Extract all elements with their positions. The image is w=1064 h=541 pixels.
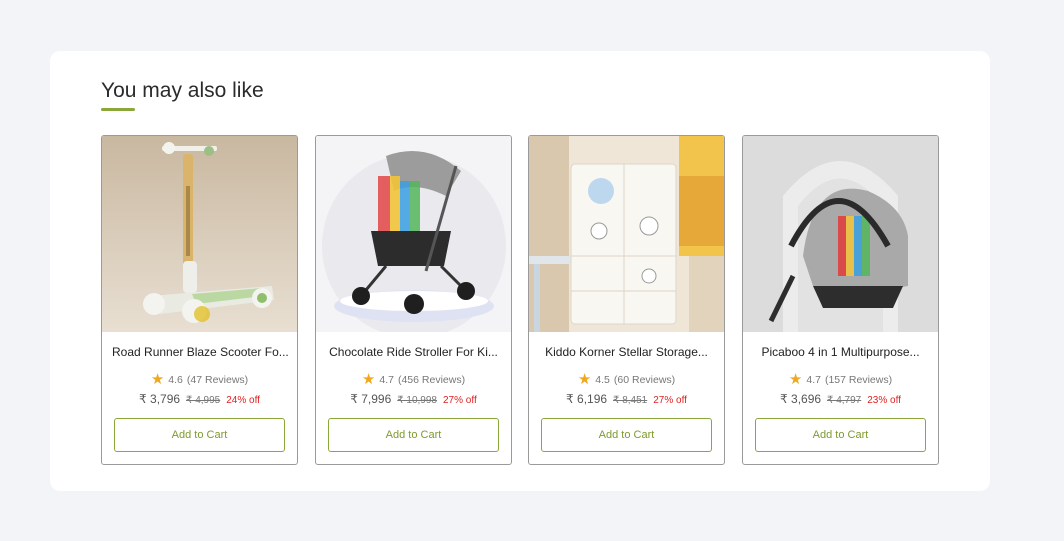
product-card[interactable]: Picaboo 4 in 1 Multipurpose... ★ 4.7 (15… bbox=[742, 135, 939, 465]
rating-value: 4.5 bbox=[595, 373, 610, 386]
recommendations-panel: You may also like Road Runner Blaze Scoo… bbox=[50, 51, 990, 491]
discount-label: 27% off bbox=[653, 395, 687, 406]
baby-stroller-image[interactable] bbox=[316, 136, 511, 332]
review-count: (456 Reviews) bbox=[397, 373, 466, 386]
add-to-cart-button[interactable]: Add to Cart bbox=[328, 418, 499, 452]
add-to-cart-button[interactable]: Add to Cart bbox=[755, 418, 926, 452]
rating-row: ★ 4.6 (47 Reviews) bbox=[102, 372, 297, 387]
storage-cabinet-image[interactable] bbox=[529, 136, 724, 332]
original-price: ₹ 4,797 bbox=[827, 395, 862, 406]
rating-value: 4.6 bbox=[168, 373, 183, 386]
rating-row: ★ 4.5 (60 Reviews) bbox=[529, 372, 724, 387]
discount-label: 27% off bbox=[443, 395, 477, 406]
price-row: ₹ 3,696 ₹ 4,797 23% off bbox=[743, 392, 938, 406]
sale-price: ₹ 3,796 bbox=[139, 392, 181, 406]
review-count: (157 Reviews) bbox=[824, 373, 893, 386]
discount-label: 23% off bbox=[867, 395, 901, 406]
review-count: (47 Reviews) bbox=[186, 373, 249, 386]
price-row: ₹ 3,796 ₹ 4,995 24% off bbox=[102, 392, 297, 406]
original-price: ₹ 4,995 bbox=[186, 395, 221, 406]
product-title[interactable]: Kiddo Korner Stellar Storage... bbox=[529, 345, 724, 359]
sale-price: ₹ 3,696 bbox=[780, 392, 822, 406]
product-title[interactable]: Chocolate Ride Stroller For Ki... bbox=[316, 345, 511, 359]
kick-scooter-image[interactable] bbox=[102, 136, 297, 332]
rating-row: ★ 4.7 (456 Reviews) bbox=[316, 372, 511, 387]
original-price: ₹ 8,451 bbox=[613, 395, 648, 406]
product-card[interactable]: Kiddo Korner Stellar Storage... ★ 4.5 (6… bbox=[528, 135, 725, 465]
price-row: ₹ 7,996 ₹ 10,998 27% off bbox=[316, 392, 511, 406]
product-title[interactable]: Road Runner Blaze Scooter Fo... bbox=[102, 345, 297, 359]
add-to-cart-button[interactable]: Add to Cart bbox=[541, 418, 712, 452]
discount-label: 24% off bbox=[226, 395, 260, 406]
product-card[interactable]: Road Runner Blaze Scooter Fo... ★ 4.6 (4… bbox=[101, 135, 298, 465]
price-row: ₹ 6,196 ₹ 8,451 27% off bbox=[529, 392, 724, 406]
product-card[interactable]: Chocolate Ride Stroller For Ki... ★ 4.7 … bbox=[315, 135, 512, 465]
rating-value: 4.7 bbox=[379, 373, 394, 386]
sale-price: ₹ 6,196 bbox=[566, 392, 608, 406]
title-underline bbox=[101, 108, 135, 111]
star-icon: ★ bbox=[361, 371, 376, 388]
star-icon: ★ bbox=[788, 371, 803, 388]
baby-car-seat-image[interactable] bbox=[743, 136, 938, 332]
section-title: You may also like bbox=[101, 79, 264, 102]
add-to-cart-button[interactable]: Add to Cart bbox=[114, 418, 285, 452]
sale-price: ₹ 7,996 bbox=[350, 392, 392, 406]
review-count: (60 Reviews) bbox=[613, 373, 676, 386]
product-title[interactable]: Picaboo 4 in 1 Multipurpose... bbox=[743, 345, 938, 359]
star-icon: ★ bbox=[150, 371, 165, 388]
original-price: ₹ 10,998 bbox=[397, 395, 437, 406]
rating-value: 4.7 bbox=[806, 373, 821, 386]
star-icon: ★ bbox=[577, 371, 592, 388]
rating-row: ★ 4.7 (157 Reviews) bbox=[743, 372, 938, 387]
